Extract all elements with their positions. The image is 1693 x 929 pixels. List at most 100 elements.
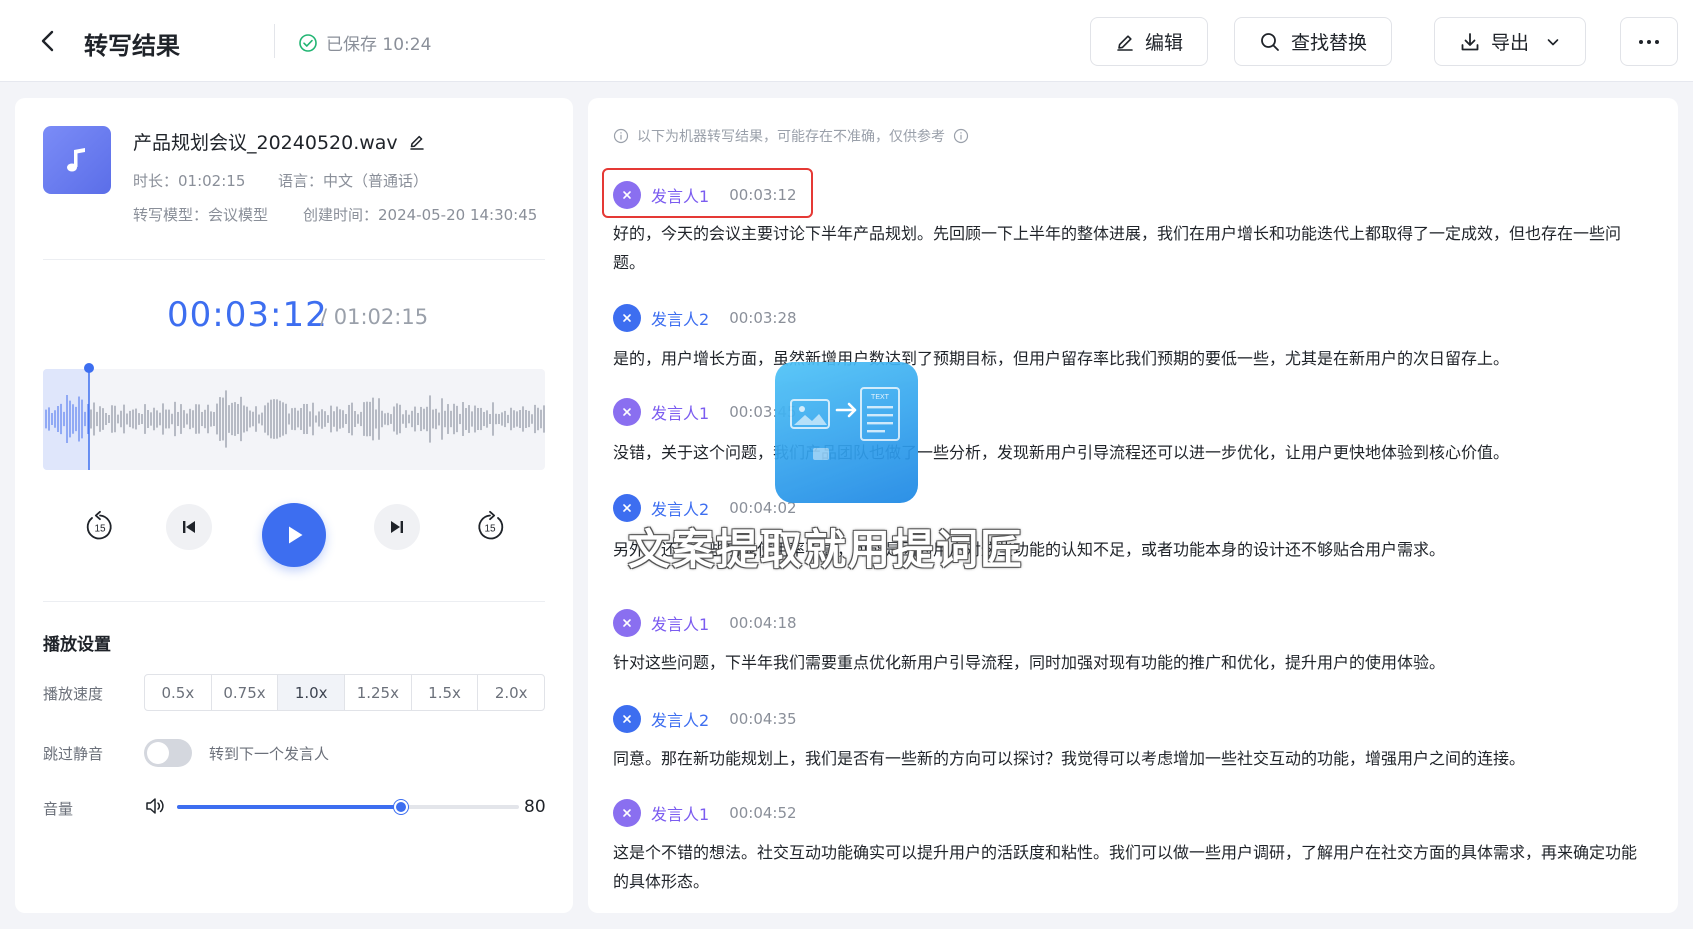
skip-next-icon — [391, 521, 403, 533]
segment-text[interactable]: 是的，用户增长方面，虽然新增用户数达到了预期目标，但用户留存率比我们预期的要低一… — [613, 344, 1643, 373]
file-duration: 时长：01:02:15 — [133, 172, 246, 190]
next-button[interactable] — [374, 504, 420, 550]
speed-option[interactable]: 2.0x — [478, 675, 544, 710]
speaker-avatar-icon — [613, 398, 641, 426]
play-button[interactable] — [262, 503, 326, 567]
volume-slider[interactable] — [177, 800, 519, 814]
segment-timestamp[interactable]: 00:04:18 — [729, 614, 796, 632]
segment-timestamp[interactable]: 00:04:35 — [729, 710, 796, 728]
speaker-avatar-icon — [613, 799, 641, 827]
previous-button[interactable] — [166, 504, 212, 550]
export-button[interactable]: 导出 — [1434, 17, 1586, 66]
segment-text[interactable]: 好的，今天的会议主要讨论下半年产品规划。先回顾一下上半年的整体进展，我们在用户增… — [613, 219, 1643, 277]
speaker-avatar-icon — [613, 304, 641, 332]
find-replace-label: 查找替换 — [1290, 32, 1367, 54]
settings-title: 播放设置 — [43, 635, 111, 655]
speaker-name[interactable]: 发言人2 — [651, 306, 709, 330]
speed-selector: 0.5x 0.75x 1.0x 1.25x 1.5x 2.0x — [144, 674, 545, 711]
created-time: 创建时间：2024-05-20 14:30:45 — [303, 206, 538, 224]
speed-label: 播放速度 — [43, 685, 104, 703]
page-title: 转写结果 — [84, 32, 180, 60]
forward-15-button[interactable]: 15 — [468, 505, 512, 549]
transcript-notice: 以下为机器转写结果，可能存在不准确，仅供参考 — [613, 126, 969, 146]
volume-icon[interactable] — [144, 795, 166, 817]
info-icon[interactable] — [953, 128, 969, 144]
speaker-name[interactable]: 发言人2 — [651, 707, 709, 731]
rename-pencil-icon[interactable] — [408, 133, 426, 151]
fast-forward-icon: 15 — [478, 510, 504, 540]
top-bar: 转写结果 已保存 10:24 编辑 查找替换 导出 — [0, 0, 1693, 82]
edit-button[interactable]: 编辑 — [1090, 17, 1208, 66]
volume-handle[interactable] — [394, 800, 408, 814]
speed-option[interactable]: 0.5x — [145, 675, 212, 710]
segment-text[interactable]: 针对这些问题，下半年我们需要重点优化新用户引导流程，同时加强对现有功能的推广和优… — [613, 648, 1643, 677]
speaker-name[interactable]: 发言人1 — [651, 183, 709, 207]
forward-seconds: 15 — [484, 524, 496, 535]
audio-file-icon — [43, 126, 111, 194]
waveform[interactable] — [43, 369, 545, 470]
back-button[interactable] — [34, 26, 64, 56]
download-icon — [1461, 32, 1479, 50]
transcript-notice-text: 以下为机器转写结果，可能存在不准确，仅供参考 — [637, 129, 945, 145]
speaker-avatar-icon — [613, 705, 641, 733]
next-speaker-label: 转到下一个发言人 — [209, 745, 330, 763]
export-label: 导出 — [1490, 32, 1529, 54]
speaker-row[interactable]: 发言人1 00:04:18 — [613, 608, 797, 638]
file-name-text: 产品规划会议_20240520.wav — [133, 132, 398, 154]
chevron-left-icon — [41, 30, 54, 52]
chevron-down-icon — [1547, 38, 1559, 45]
info-icon — [613, 128, 629, 144]
app-logo-watermark: TEXT — [775, 362, 918, 503]
speed-option[interactable]: 0.75x — [212, 675, 279, 710]
speed-option[interactable]: 1.0x — [278, 675, 346, 710]
segment-text[interactable]: 同意。那在新功能规划上，我们是否有一些新的方向可以探讨？我觉得可以考虑增加一些社… — [613, 744, 1643, 773]
speaker-name[interactable]: 发言人1 — [651, 611, 709, 635]
speed-option[interactable]: 1.5x — [412, 675, 479, 710]
edit-label: 编辑 — [1144, 32, 1183, 54]
speaker-row[interactable]: 发言人2 00:03:28 — [613, 303, 797, 333]
watermark-text: 文案提取就用提词匠 — [628, 525, 1025, 574]
speaker-row[interactable]: 发言人1 00:03:12 — [613, 180, 797, 210]
segment-timestamp[interactable]: 00:03:28 — [729, 309, 796, 327]
segment-text[interactable]: 这是个不错的想法。社交互动功能确实可以提升用户的活跃度和粘性。我们可以做一些用户… — [613, 838, 1643, 896]
music-note-icon — [67, 148, 85, 172]
find-replace-button[interactable]: 查找替换 — [1234, 17, 1392, 66]
volume-label: 音量 — [43, 800, 74, 818]
rewind-15-button[interactable]: 15 — [78, 505, 122, 549]
volume-fill — [177, 805, 401, 809]
playhead-handle[interactable] — [84, 363, 94, 373]
divider — [43, 601, 545, 602]
close-icon — [623, 191, 631, 199]
skip-previous-icon — [183, 521, 195, 533]
close-icon — [623, 408, 631, 416]
saved-status-text: 已保存 10:24 — [326, 35, 432, 55]
pencil-icon — [1117, 34, 1133, 51]
segment-timestamp[interactable]: 00:04:52 — [729, 804, 796, 822]
segment-timestamp[interactable]: 00:03:12 — [729, 186, 796, 204]
saved-status: 已保存 10:24 — [298, 30, 431, 55]
segment-text[interactable]: 没错，关于这个问题，我们产品团队也做了一些分析，发现新用户引导流程还可以进一步优… — [613, 438, 1643, 467]
close-icon — [623, 619, 631, 627]
transcription-model: 转写模型：会议模型 — [133, 206, 269, 224]
play-icon — [289, 526, 303, 544]
speaker-row[interactable]: 发言人1 00:03:45 — [613, 397, 797, 427]
current-time: 00:03:12 — [167, 295, 328, 335]
speaker-name[interactable]: 发言人1 — [651, 801, 709, 825]
volume-value: 80 — [524, 797, 546, 817]
speaker-row[interactable]: 发言人2 00:04:35 — [613, 704, 797, 734]
skip-silence-label: 跳过静音 — [43, 745, 104, 763]
more-button[interactable] — [1620, 17, 1678, 66]
skip-silence-toggle[interactable] — [144, 739, 192, 767]
check-circle-icon — [299, 33, 317, 52]
speaker-name[interactable]: 发言人1 — [651, 400, 709, 424]
transcript-panel: 以下为机器转写结果，可能存在不准确，仅供参考 发言人1 00:03:12 好的，今天… — [588, 98, 1678, 913]
speaker-avatar-icon — [613, 181, 641, 209]
search-icon — [1261, 32, 1279, 51]
speaker-row[interactable]: 发言人1 00:04:52 — [613, 798, 797, 828]
close-icon — [623, 314, 631, 322]
total-time: / 01:02:15 — [320, 305, 429, 329]
waveform-graphic — [43, 369, 545, 470]
speed-option[interactable]: 1.25x — [345, 675, 412, 710]
logo-text: TEXT — [871, 394, 890, 401]
divider — [43, 259, 545, 260]
